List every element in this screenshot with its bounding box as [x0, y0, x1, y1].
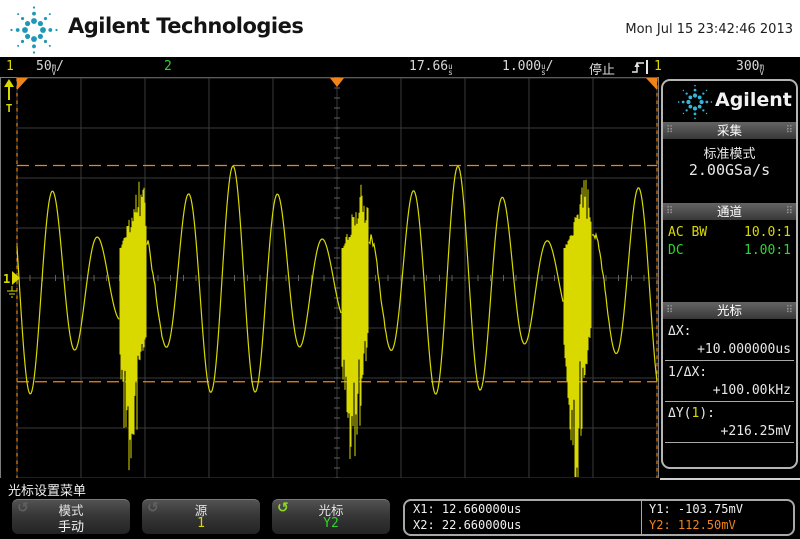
- ch1-scale: 50 m V /: [36, 59, 64, 77]
- trigger-level-unit: mV: [759, 62, 764, 77]
- divider: [665, 442, 794, 443]
- readout-divider: [641, 501, 642, 534]
- dy-value: +216.25mV: [720, 424, 791, 439]
- grip-icon: ⠿: [785, 206, 793, 217]
- y2-readout: Y2: 112.50mV: [649, 518, 736, 532]
- y1-readout: Y1: -103.75mV: [649, 502, 743, 516]
- divider: [665, 360, 794, 361]
- sidebar-logo-row: Agilent: [663, 84, 796, 120]
- dy-label: ΔY(1):: [668, 406, 715, 421]
- sidebar-baseline: [660, 478, 800, 480]
- softkey-mode-button[interactable]: ↺ 模式 手动: [12, 499, 130, 535]
- channel-row-dc: DC 1.00:1: [668, 243, 791, 258]
- brand-title: Agilent Technologies: [68, 14, 304, 38]
- invdx-label: 1/ΔX:: [668, 365, 708, 380]
- timebase-readout: 1.000 u s /: [502, 59, 554, 77]
- waveform-display: T1: [0, 77, 659, 479]
- section-cursors-header: ⠿ 光标 ⠿: [663, 302, 796, 319]
- trigger-source: 1: [654, 59, 662, 74]
- header: Agilent Technologies Mon Jul 15 23:42:46…: [0, 0, 800, 57]
- acquire-mode: 标准模式: [703, 147, 756, 162]
- status-bar: 1 50 m V/ 2 17.66 u s 1.000 u s / 停止 1 300 m V: [0, 57, 800, 78]
- divider: [665, 401, 794, 402]
- delay-unit: us: [448, 62, 453, 77]
- x1-readout: X1: 12.660000us: [413, 502, 522, 516]
- grip-icon: ⠿: [666, 206, 674, 217]
- section-acquire-header: ⠿ 采集 ⠿: [663, 122, 796, 139]
- dx-label: ΔX:: [668, 324, 692, 339]
- sidebar-brand: Agilent: [715, 89, 792, 111]
- ch1-number: 1: [6, 59, 14, 74]
- cursor-readout-box: X1: 12.660000us X2: 22.660000us Y1: -103…: [403, 499, 795, 536]
- softkey-source-button[interactable]: ↺ 源 1: [142, 499, 260, 534]
- ch2-number: 2: [164, 59, 172, 74]
- sidebar: Agilent ⠿ 采集 ⠿ 标准模式 2.00GSa/s ⠿ 通道 ⠿ AC …: [661, 79, 798, 469]
- ch1-ground-label: 1: [3, 272, 10, 286]
- agilent-sidebar-logo-icon: [677, 84, 713, 120]
- sample-rate: 2.00GSa/s: [688, 161, 771, 179]
- channel-row-ac: AC BW 10.0:1: [668, 225, 791, 240]
- oscilloscope-screen: Agilent Technologies Mon Jul 15 23:42:46…: [0, 0, 800, 539]
- status-divider: [646, 60, 648, 74]
- dx-value: +10.000000us: [697, 342, 791, 357]
- grip-icon: ⠿: [666, 125, 674, 136]
- delay-readout: 17.66 u s: [409, 59, 453, 77]
- menu-title: 光标设置菜单: [8, 484, 87, 499]
- grip-icon: ⠿: [666, 305, 674, 316]
- section-channels-header: ⠿ 通道 ⠿: [663, 203, 796, 220]
- datetime: Mon Jul 15 23:42:46 2013: [625, 22, 793, 37]
- invdx-value: +100.00kHz: [712, 383, 791, 398]
- trigger-level: 300 m V: [736, 59, 764, 77]
- grip-icon: ⠿: [785, 305, 793, 316]
- softkey-cursor-button[interactable]: ↺ 光标 Y2: [272, 499, 390, 534]
- x2-readout: X2: 22.660000us: [413, 518, 522, 532]
- trigger-offscreen-label: T: [6, 102, 13, 115]
- trigger-slope-icon: [632, 62, 644, 73]
- run-state: 停止: [589, 63, 616, 78]
- grip-icon: ⠿: [785, 125, 793, 136]
- agilent-logo-icon: [10, 6, 58, 54]
- softkey-menu: 光标设置菜单 ↺ 模式 手动 ↺ 源 1 ↺ 光标 Y2 X1: 12.6600…: [0, 478, 800, 539]
